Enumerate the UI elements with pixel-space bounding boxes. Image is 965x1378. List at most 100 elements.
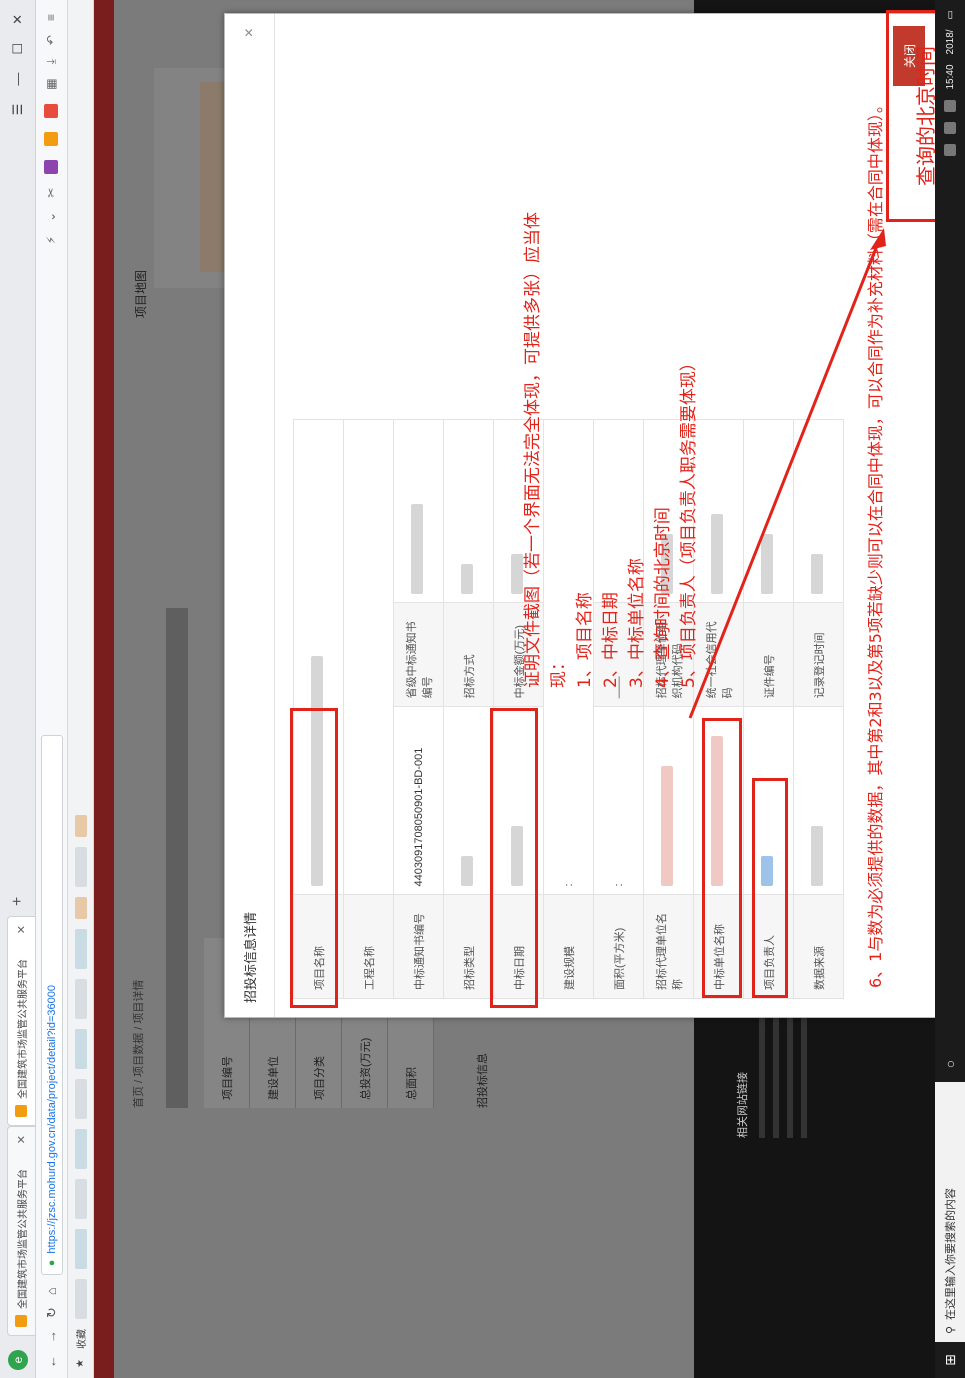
browser-logo-icon: e [8,1350,28,1370]
rotated-screen: e 全国建筑市场监管公共服务平台 ✕ 全国建筑市场监管公共服务平台 ✕ + ☰ … [0,0,965,1378]
chevron-down-icon[interactable]: ⌄ [44,212,59,222]
bookmark-item[interactable] [74,1079,87,1120]
bookmark-item[interactable] [74,1229,87,1270]
lightning-icon[interactable]: ⚡ [44,236,59,244]
star-icon: ★ [75,1359,86,1368]
browser-tab-active[interactable]: 全国建筑市场监管公共服务平台 ✕ [6,916,35,1126]
windows-start-icon[interactable]: ⊞ [935,1342,965,1378]
address-bar[interactable]: ● https://jzsc.mohurd.gov.cn/data/projec… [40,735,63,1276]
system-tray: 15:40 2018/ ▭ [944,0,956,156]
menu-icon[interactable]: ☰ [10,104,26,116]
bookmarks-label[interactable]: 收藏 [73,1329,88,1349]
new-tab-button[interactable]: + [9,897,27,906]
field-label: 招标方式 [443,602,494,707]
volume-icon[interactable] [944,99,956,112]
table-row: 数据来源 记录登记时间 [793,419,844,999]
bookmark-item[interactable] [74,1279,87,1320]
field-label: 招标类型 [443,894,494,999]
search-icon: ⚲ [944,1325,957,1334]
task-view-icon[interactable]: ○ [942,1046,958,1082]
network-icon[interactable] [944,121,956,134]
footer-title: 相关网站链接 [737,1072,749,1138]
menu-icon[interactable]: ≡ [44,14,59,21]
scissors-icon[interactable]: ✂ [44,188,59,198]
annotation-step: 1、项目名称 [575,592,595,688]
close-tab-icon[interactable]: ✕ [15,925,28,934]
table-row: 招标类型 招标方式 [443,419,494,999]
field-value [343,419,394,895]
annotation-text: 证明文件截图（若一个界面无法完全体现，可提供多张）应当体现： 1、项目名称 2、… [520,208,702,688]
apps-grid-icon[interactable]: ▦ [44,78,59,89]
tab-title: 全国建筑市场监管公共服务平台 [17,959,29,1099]
field-label: 中标通知书编号 [393,894,444,999]
field-label: 记录登记时间 [793,602,844,707]
notification-icon[interactable]: ▭ [945,10,956,19]
back-icon[interactable]: ← [44,1355,59,1368]
browser-tab[interactable]: 全国建筑市场监管公共服务平台 ✕ [6,1126,35,1336]
extension-icon[interactable] [44,159,58,174]
field-label: 招标代理单位名称 [643,894,694,999]
modal-header: 招投标信息详情 × [225,14,275,1017]
modal-title: 招投标信息详情 [243,911,258,1003]
field-value [443,706,494,895]
map-title: 项目地图 [134,269,148,318]
highlight-project-manager [752,778,788,998]
browser-toolbar: ⚡ ⌄ ✂ ▦ ⤓ ↶ ≡ [44,0,59,244]
highlight-winner-name [702,718,742,998]
close-icon[interactable]: × [241,28,259,37]
extension-icon[interactable] [44,103,58,118]
maximize-button[interactable]: ☐ [10,43,26,55]
bookmark-item[interactable] [74,847,87,888]
home-icon[interactable]: ⌂ [44,1287,59,1295]
bookmark-item[interactable] [74,929,87,970]
bookmark-item[interactable] [74,979,87,1020]
annotation-step: 3、中标单位名称 [627,558,647,688]
bookmark-item[interactable] [74,897,87,920]
tab-title: 全国建筑市场监管公共服务平台 [17,1169,29,1309]
download-icon[interactable]: ⤓ [44,59,59,64]
bookmark-item[interactable] [74,1129,87,1170]
bookmark-item[interactable] [74,815,87,838]
tray-icon[interactable] [944,143,956,156]
field-value [443,419,494,603]
field-label: 工程名称 [343,894,394,999]
minimize-button[interactable]: — [10,73,26,86]
breadcrumb[interactable]: 首页 / 项目数据 / 项目详情 [130,980,146,1108]
site-header [94,0,114,1378]
close-window-button[interactable]: ✕ [10,14,26,25]
clock-date[interactable]: 2018/ [945,29,956,54]
section-title: 招投标信息 [477,1053,489,1108]
annotation-step: 5、项目负责人（项目负责人职务需要体现） [679,354,699,688]
field-value [743,419,794,603]
bookmark-item[interactable] [74,1029,87,1070]
clock-time[interactable]: 15:40 [945,64,956,89]
extension-icon[interactable] [44,131,58,146]
field-value: : [593,706,644,895]
annotation-step: 4、查询时间的北京时间 [653,507,673,688]
field-value [643,706,694,895]
field-label: 建设规模 [543,894,594,999]
undo-icon[interactable]: ↶ [44,35,59,45]
annotation-step: 2、中标日期 [601,592,621,688]
refresh-icon[interactable]: ↻ [44,1307,60,1318]
annotation-intro: 证明文件截图（若一个界面无法完全体现，可提供多张）应当体现： [523,212,569,688]
window-controls: ☰ — ☐ ✕ [10,0,26,115]
windows-taskbar: ⊞ ⚲ 在这里输入你要搜索的内容 ○ 15:40 2018/ ▭ [935,0,965,1378]
field-label: 数据来源 [793,894,844,999]
taskbar-search[interactable]: ⚲ 在这里输入你要搜索的内容 [935,1082,965,1342]
close-tab-icon[interactable]: ✕ [15,1135,28,1144]
site-favicon-icon [15,1105,27,1117]
field-label: 省级中标通知书编号 [393,602,444,707]
page-title [166,608,188,1108]
browser-nav-bar: ← → ↻ ⌂ ● https://jzsc.mohurd.gov.cn/dat… [36,0,68,1378]
bookmarks-bar: ★ 收藏 [68,0,94,1378]
site-favicon-icon [15,1315,27,1327]
field-value [793,419,844,603]
field-value: 4403091708050901-BD-001 [393,706,444,895]
field-label: 面积(平方米) [593,894,644,999]
forward-icon[interactable]: → [44,1330,59,1343]
browser-tab-bar: e 全国建筑市场监管公共服务平台 ✕ 全国建筑市场监管公共服务平台 ✕ + ☰ … [0,0,36,1378]
bookmark-item[interactable] [74,1179,87,1220]
annotation-note: 6、1与数为必须提供的数据，其中第2和3以及第5项若缺少则可以在合同中体现，可以… [866,97,885,988]
highlight-project-name [290,708,338,1008]
